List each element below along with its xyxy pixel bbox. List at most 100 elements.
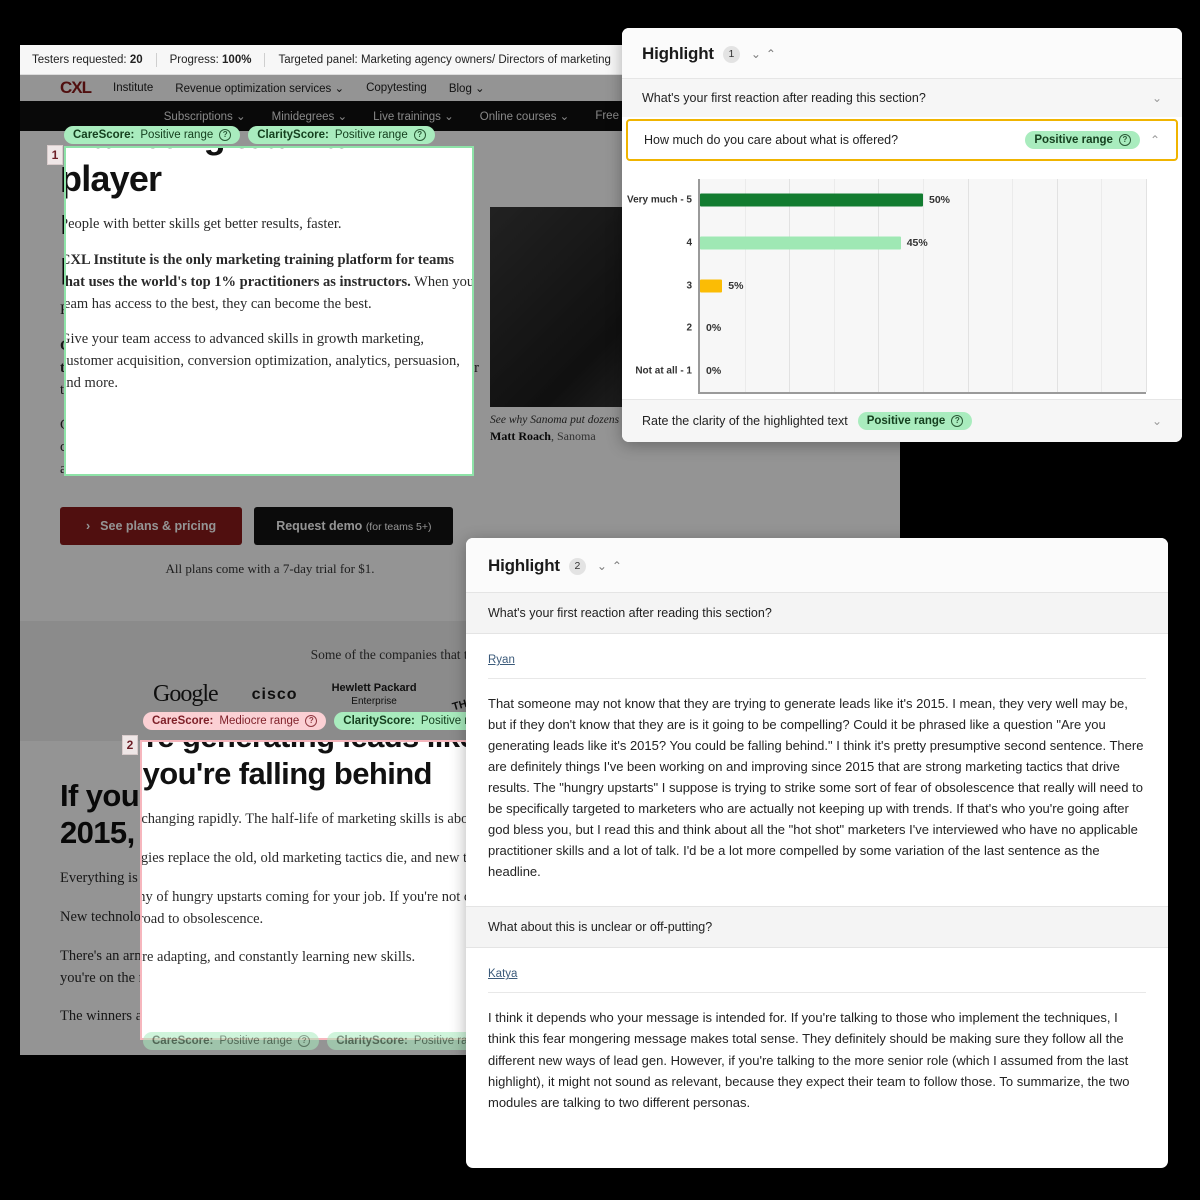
targeted-panel-label: Targeted panel: — [278, 53, 358, 66]
section-header-first-reaction[interactable]: What's your first reaction after reading… — [466, 592, 1168, 634]
testers-requested: Testers requested: 20 — [32, 54, 156, 66]
highlight-3-scores: CareScore: Positive range ? ClarityScore… — [143, 1032, 514, 1050]
highlight-1-carescore-pill[interactable]: CareScore: Positive range ? — [64, 126, 241, 144]
hero-trial-note: All plans come with a 7-day trial for $1… — [165, 560, 375, 576]
chart-bar[interactable] — [700, 279, 723, 292]
highlight-3-carescore-label: CareScore: — [152, 1035, 214, 1047]
help-icon[interactable]: ? — [298, 1035, 311, 1047]
highlight-2-scores: CareScore: Mediocre range ? ClarityScore… — [143, 712, 521, 730]
chevron-right-icon: › — [86, 518, 91, 533]
care-level-score-label: Positive range — [1034, 134, 1113, 146]
logo-google: Google — [153, 681, 219, 707]
highlight-1-clarityscore-label: ClarityScore: — [257, 129, 329, 141]
highlight-1-scores: CareScore: Positive range ? ClarityScore… — [64, 126, 435, 144]
topnav-item-institute[interactable]: Institute — [113, 82, 153, 94]
chart-value-label: 45% — [906, 236, 928, 249]
comment-katya: Katya I think it depends who your messag… — [466, 948, 1168, 1123]
chart-y-tick-label: 3 — [686, 280, 692, 291]
highlight-1-clarityscore-pill[interactable]: ClarityScore: Positive range ? — [248, 126, 435, 144]
topnav-item-blog[interactable]: Blog ⌄ — [449, 81, 485, 95]
progress-label: Progress: — [169, 53, 219, 66]
chart-value-label: 50% — [929, 194, 951, 207]
chevron-down-icon[interactable]: ⌄ — [1152, 91, 1162, 105]
chart-value-label: 0% — [706, 364, 722, 377]
targeted-panel: Targeted panel: Marketing agency owners/… — [265, 54, 623, 66]
hero-image-author-org: , Sanoma — [550, 429, 596, 443]
highlight-1-box[interactable] — [64, 146, 474, 476]
highlight-1-clarityscore-value: Positive range — [334, 129, 408, 141]
help-icon[interactable]: ? — [1118, 134, 1131, 146]
topnav-item-copytesting[interactable]: Copytesting — [366, 82, 427, 94]
highlight-2-panel-header: Highlight 2 ⌄ ⌃ — [466, 538, 1168, 592]
chevron-up-icon[interactable]: ⌃ — [612, 560, 622, 572]
logo-hewlett-packard: Hewlett Packard Enterprise — [331, 681, 417, 707]
chevron-down-icon[interactable]: ⌄ — [597, 560, 607, 572]
hero-cta-group: › See plans & pricing Request demo (for … — [60, 506, 480, 545]
cxl-logo[interactable]: CXL — [60, 78, 92, 98]
screenshot-root: Testers requested: 20 Progress: 100% Tar… — [0, 0, 1200, 1200]
request-demo-label: Request demo — [276, 518, 363, 533]
chevron-down-icon[interactable]: ⌄ — [751, 48, 761, 60]
highlight-1-carescore-label: CareScore: — [73, 129, 135, 141]
comment-divider — [488, 678, 1146, 679]
chart-y-tick-label: 2 — [686, 322, 692, 334]
highlight-1-panel-header: Highlight 1 ⌄ ⌃ — [622, 28, 1182, 78]
help-icon[interactable]: ? — [219, 129, 232, 141]
targeted-panel-value: Marketing agency owners/ Directors of ma… — [360, 53, 611, 66]
highlight-3-clarityscore-label: ClarityScore: — [336, 1035, 408, 1047]
testers-requested-value: 20 — [129, 53, 143, 66]
chart-bar-row: 3 5% — [686, 279, 1146, 292]
logo-cisco: cisco — [251, 685, 298, 703]
question-first-reaction-label: What's your first reaction after reading… — [642, 91, 926, 105]
highlight-2-panel: Highlight 2 ⌄ ⌃ What's your first reacti… — [466, 538, 1168, 1168]
highlight-2-clarityscore-label: ClarityScore: — [343, 715, 415, 727]
progress: Progress: 100% — [157, 54, 265, 66]
clarity-rating-score-label: Positive range — [866, 415, 946, 427]
highlight-1-marker-number[interactable]: 1 — [47, 145, 63, 165]
chart-value-label: 0% — [706, 322, 722, 335]
help-icon[interactable]: ? — [951, 415, 964, 427]
chevron-down-icon[interactable]: ⌄ — [1152, 414, 1162, 428]
nav-item-online-courses[interactable]: Online courses ⌄ — [480, 109, 570, 123]
clarity-rating-score-pill[interactable]: Positive range ? — [857, 412, 973, 430]
highlight-2-marker-number[interactable]: 2 — [122, 735, 138, 755]
section-header-unclear-offputting[interactable]: What about this is unclear or off-puttin… — [466, 906, 1168, 949]
nav-item-live-trainings[interactable]: Live trainings ⌄ — [373, 109, 454, 123]
highlight-1-carescore-value: Positive range — [140, 129, 214, 141]
help-icon[interactable]: ? — [413, 129, 426, 141]
highlight-3-carescore-value: Positive range — [219, 1035, 293, 1047]
highlight-2-panel-title: Highlight — [488, 556, 560, 575]
see-plans-pricing-button[interactable]: › See plans & pricing — [60, 506, 243, 545]
nav-item-subscriptions[interactable]: Subscriptions ⌄ — [164, 109, 246, 123]
testers-requested-label: Testers requested: — [32, 53, 127, 66]
help-icon[interactable]: ? — [305, 715, 318, 727]
care-level-score-pill[interactable]: Positive range ? — [1025, 131, 1140, 149]
comment-author-katya[interactable]: Katya — [488, 968, 517, 980]
comment-author-ryan[interactable]: Ryan — [488, 654, 515, 666]
chevron-up-icon[interactable]: ⌃ — [1150, 133, 1160, 147]
highlight-3-carescore-pill[interactable]: CareScore: Positive range ? — [143, 1032, 320, 1050]
question-row-clarity-rating[interactable]: Rate the clarity of the highlighted text… — [622, 399, 1182, 442]
chart-bar[interactable] — [700, 236, 901, 250]
highlight-2-panel-badge: 2 — [568, 557, 586, 575]
question-row-first-reaction[interactable]: What's your first reaction after reading… — [622, 78, 1182, 117]
chevron-up-icon[interactable]: ⌃ — [766, 48, 776, 60]
highlight-1-panel-badge: 1 — [722, 45, 740, 63]
comment-ryan-text: That someone may not know that they are … — [488, 696, 1144, 880]
request-demo-button[interactable]: Request demo (for teams 5+) — [254, 506, 454, 545]
chart-y-tick-label: Not at all - 1 — [635, 365, 692, 377]
chart-bar[interactable] — [700, 193, 923, 207]
request-demo-note: (for teams 5+) — [365, 520, 432, 533]
hero-image-author-name: Matt Roach — [490, 429, 551, 443]
topnav-item-revenue-optimization[interactable]: Revenue optimization services ⌄ — [175, 81, 344, 95]
chart-bar-row: Very much - 5 50% — [627, 193, 1146, 207]
comment-katya-text: I think it depends who your message is i… — [488, 1010, 1130, 1110]
chart-bar-row: 4 45% — [686, 236, 1146, 250]
question-row-care-level[interactable]: How much do you care about what is offer… — [626, 119, 1178, 161]
chart-bar-row: Not at all - 1 0% — [635, 365, 1146, 377]
nav-item-minidegrees[interactable]: Minidegrees ⌄ — [272, 109, 348, 123]
chart-y-tick-label: Very much - 5 — [626, 194, 692, 206]
question-clarity-rating-label: Rate the clarity of the highlighted text — [642, 414, 848, 428]
highlight-2-carescore-label: CareScore: — [152, 715, 214, 727]
highlight-2-carescore-pill[interactable]: CareScore: Mediocre range ? — [143, 712, 327, 730]
